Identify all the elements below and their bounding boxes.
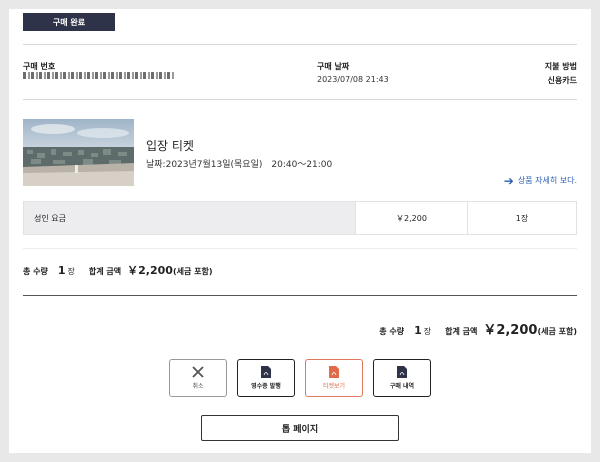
grand-summary: 총 수량 1 장 합계 금액 ￥2,200 (세금 포함) <box>379 319 577 338</box>
payment-method-value: 신용카드 <box>547 76 577 85</box>
pdf-icon <box>261 366 271 378</box>
purchase-complete-card: 구매 완료 구매 번호 구매 날짜 2023/07/08 21:43 지불 방법… <box>9 9 591 453</box>
close-icon <box>192 366 204 378</box>
payment-method-label: 지불 방법 <box>544 62 577 71</box>
total-quantity-unit: 장 <box>423 327 432 336</box>
ticket-date: 날짜:2023년7월13일(목요일) 20:40～21:00 <box>146 160 333 170</box>
ticket-quantity: 1장 <box>467 202 576 234</box>
ticket-title: 입장 티켓 <box>146 139 194 153</box>
status-badge: 구매 완료 <box>23 13 115 31</box>
top-page-button[interactable]: 톱 페이지 <box>201 415 399 441</box>
tax-note: (세금 포함) <box>537 327 577 336</box>
price-category: 성인 요금 <box>24 202 355 234</box>
purchase-number-masked <box>23 72 175 79</box>
cancel-button-label: 취소 <box>192 383 204 390</box>
total-quantity-label: 총 수량 <box>23 267 48 276</box>
pdf-icon <box>397 366 407 378</box>
divider <box>23 99 577 100</box>
tax-note: (세금 포함) <box>172 267 213 276</box>
total-amount: ￥2,200 <box>127 264 173 277</box>
order-summary: 총 수량 1 장 합계 금액 ￥2,200 (세금 포함) <box>23 262 212 278</box>
view-ticket-button[interactable]: 티켓보기 <box>305 359 363 397</box>
total-quantity-unit: 장 <box>67 267 75 276</box>
total-quantity-label: 총 수량 <box>379 327 405 336</box>
arrow-right-icon: ➔ <box>503 173 514 188</box>
divider <box>23 295 577 296</box>
purchase-history-button[interactable]: 구매 내역 <box>373 359 431 397</box>
product-detail-link[interactable]: ➔ 상품 자세히 보다. <box>503 173 577 188</box>
price-table-row: 성인 요금 ￥2,200 1장 <box>23 201 577 235</box>
cancel-button[interactable]: 취소 <box>169 359 227 397</box>
purchase-number-label: 구매 번호 <box>23 62 56 71</box>
purchase-history-button-label: 구매 내역 <box>389 383 415 390</box>
receipt-button-label: 영수증 발행 <box>251 383 281 390</box>
total-quantity-number: 1 <box>414 324 422 337</box>
divider <box>23 44 577 45</box>
total-amount-label: 합계 금액 <box>445 327 478 336</box>
total-quantity-number: 1 <box>57 264 66 277</box>
receipt-button[interactable]: 영수증 발행 <box>237 359 295 397</box>
unit-price: ￥2,200 <box>355 202 467 234</box>
pdf-icon <box>329 366 339 378</box>
view-ticket-button-label: 티켓보기 <box>322 383 346 390</box>
total-amount-label: 합계 금액 <box>88 267 122 276</box>
purchase-date-value: 2023/07/08 21:43 <box>317 75 389 84</box>
divider <box>23 248 577 249</box>
purchase-date-label: 구매 날짜 <box>317 62 350 71</box>
ticket-thumbnail <box>23 119 134 186</box>
product-detail-link-label: 상품 자세히 보다. <box>517 176 577 185</box>
total-amount: ￥2,200 <box>483 323 538 338</box>
